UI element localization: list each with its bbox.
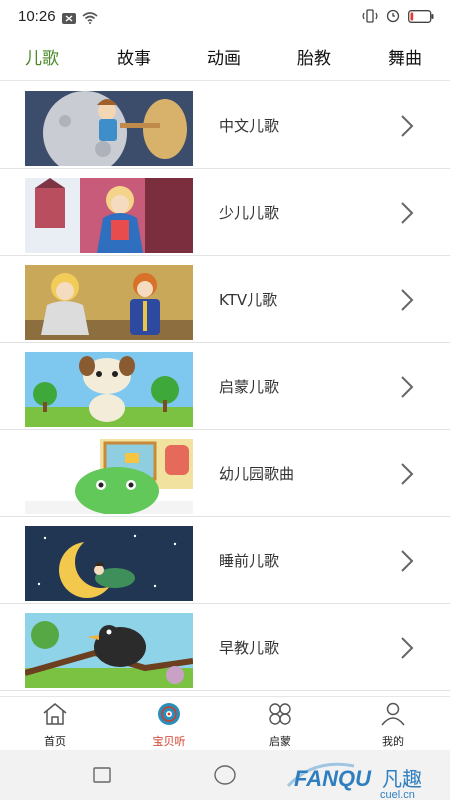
list-item-title: 早教儿歌 <box>219 639 280 657</box>
home-circle-icon[interactable] <box>214 765 236 785</box>
list-item-title: KTV儿歌 <box>219 291 278 309</box>
status-bar: 10:26 <box>0 0 450 36</box>
girl-on-moon-illustration <box>25 91 193 166</box>
battery-icon <box>408 9 434 23</box>
tab-taijiao[interactable]: 胎教 <box>297 44 331 69</box>
list-item-shaoer-erge[interactable]: 少儿儿歌 <box>0 169 450 256</box>
nav-qimeng[interactable]: 启蒙 <box>235 701 325 749</box>
list-item-youeryuan-gequ[interactable]: 幼儿园歌曲 <box>0 430 450 517</box>
list-item-zhongwen-erge[interactable]: 中文儿歌 <box>0 82 450 169</box>
nav-qimeng-label: 启蒙 <box>269 735 291 748</box>
tab-erge[interactable]: 儿歌 <box>25 44 59 69</box>
nav-home[interactable]: 首页 <box>10 701 100 749</box>
list-item-ktv-erge[interactable]: KTV儿歌 <box>0 256 450 343</box>
cinderella-prince-illustration <box>25 265 193 340</box>
tab-donghua[interactable]: 动画 <box>207 44 241 69</box>
chevron-right-icon <box>401 376 414 398</box>
tab-wuqu[interactable]: 舞曲 <box>388 44 422 69</box>
list-item-title: 幼儿园歌曲 <box>219 465 295 483</box>
alarm-icon <box>386 9 400 23</box>
list-item-zaojiao-erge[interactable]: 早教儿歌 <box>0 604 450 691</box>
status-time: 10:26 <box>18 8 56 25</box>
watermark-brand: FANQU <box>294 766 372 791</box>
wifi-icon <box>82 12 98 24</box>
chevron-right-icon <box>401 115 414 137</box>
chevron-right-icon <box>401 637 414 659</box>
list-item-title: 睡前儿歌 <box>219 552 280 570</box>
nav-mine[interactable]: 我的 <box>348 701 438 749</box>
category-tabs: 儿歌 故事 动画 胎教 舞曲 <box>0 36 450 81</box>
chevron-right-icon <box>401 550 414 572</box>
home-icon <box>43 703 67 725</box>
watermark-logo: FANQU 凡趣 cuel.cn <box>284 756 450 801</box>
nav-baobeiting-label: 宝贝听 <box>152 735 186 748</box>
list-item-shuiqian-erge[interactable]: 睡前儿歌 <box>0 517 450 604</box>
chevron-right-icon <box>401 289 414 311</box>
watermark-domain: cuel.cn <box>380 789 415 800</box>
nav-mine-label: 我的 <box>382 735 404 748</box>
crow-on-branch-illustration <box>25 613 193 688</box>
bottom-navigation: 首页 宝贝听 启蒙 我的 <box>0 696 450 751</box>
chevron-right-icon <box>401 463 414 485</box>
list-item-title: 启蒙儿歌 <box>219 378 280 396</box>
list-item-qimeng-erge[interactable]: 启蒙儿歌 <box>0 343 450 430</box>
disc-icon <box>158 703 180 725</box>
vibrate-icon <box>362 9 378 23</box>
nav-home-label: 首页 <box>44 735 66 748</box>
chevron-right-icon <box>401 202 414 224</box>
cartoon-dog-illustration <box>25 352 193 427</box>
list-item-title: 少儿儿歌 <box>219 204 280 222</box>
nav-baobeiting[interactable]: 宝贝听 <box>124 701 214 749</box>
child-on-crescent-moon-illustration <box>25 526 193 601</box>
blonde-girl-castle-illustration <box>25 178 193 253</box>
list-item-title: 中文儿歌 <box>219 117 280 135</box>
green-monster-illustration <box>25 439 193 514</box>
recent-apps-icon[interactable] <box>93 767 111 783</box>
tab-gushi[interactable]: 故事 <box>117 44 151 69</box>
notification-icon <box>62 12 76 24</box>
user-icon <box>381 702 405 726</box>
grid-petals-icon <box>269 703 291 725</box>
watermark-brand-cn: 凡趣 <box>382 767 422 791</box>
